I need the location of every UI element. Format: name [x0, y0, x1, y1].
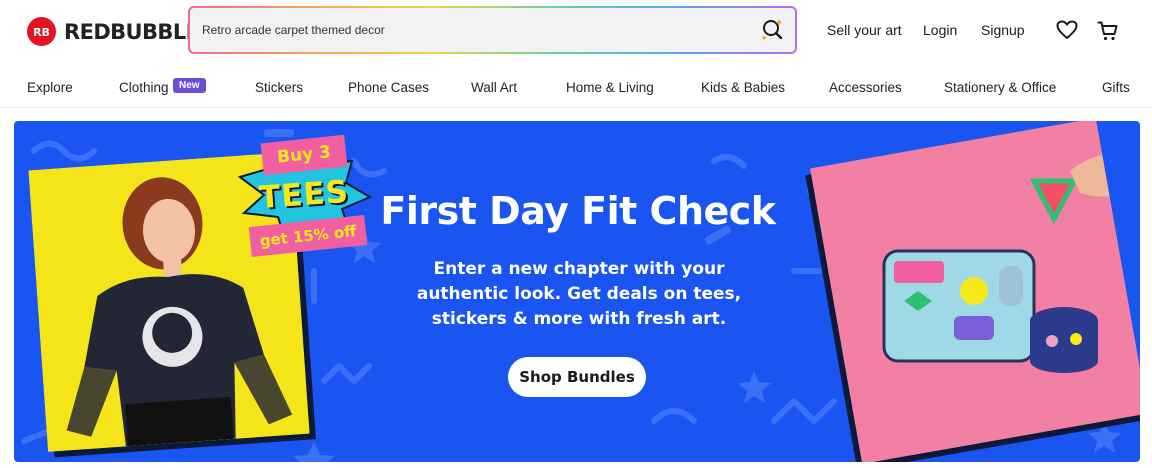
- nav-item-gifts[interactable]: Gifts: [1102, 80, 1130, 95]
- nav-item-phone-cases[interactable]: Phone Cases: [348, 80, 429, 95]
- site-header: RB REDBUBBLE Sell your art Login Signup: [0, 0, 1152, 62]
- login-link[interactable]: Login: [923, 22, 957, 38]
- sticker-lunchbox-photo[interactable]: [810, 121, 1140, 462]
- sell-your-art-link[interactable]: Sell your art: [827, 22, 902, 38]
- nav-item-clothing[interactable]: Clothing: [119, 80, 169, 95]
- new-badge: New: [173, 78, 206, 93]
- brand-name: REDBUBBLE: [64, 19, 200, 44]
- hero-banner[interactable]: Buy 3 TEES get 15% off First Day Fit Che…: [14, 121, 1140, 462]
- redbubble-logo-icon: RB: [27, 17, 56, 46]
- cart-icon[interactable]: [1097, 20, 1119, 47]
- search-sparkle-icon[interactable]: [757, 15, 787, 45]
- nav-item-home-living[interactable]: Home & Living: [566, 80, 654, 95]
- search-field-container: [190, 8, 795, 52]
- search-input[interactable]: [202, 8, 742, 52]
- nav-item-accessories[interactable]: Accessories: [829, 80, 902, 95]
- nav-item-stickers[interactable]: Stickers: [255, 80, 303, 95]
- shop-bundles-button[interactable]: Shop Bundles: [508, 357, 646, 397]
- nav-item-wall-art[interactable]: Wall Art: [471, 80, 517, 95]
- nav-item-kids-babies[interactable]: Kids & Babies: [701, 80, 785, 95]
- svg-text:RB: RB: [33, 26, 50, 39]
- nav-item-explore[interactable]: Explore: [27, 80, 73, 95]
- banner-subcopy: Enter a new chapter with your authentic …: [416, 259, 742, 329]
- redbubble-logo[interactable]: RB REDBUBBLE: [27, 17, 200, 46]
- signup-link[interactable]: Signup: [981, 22, 1025, 38]
- heart-icon[interactable]: [1056, 20, 1078, 45]
- nav-item-stationery-office[interactable]: Stationery & Office: [944, 80, 1056, 95]
- search-bar: [188, 6, 797, 54]
